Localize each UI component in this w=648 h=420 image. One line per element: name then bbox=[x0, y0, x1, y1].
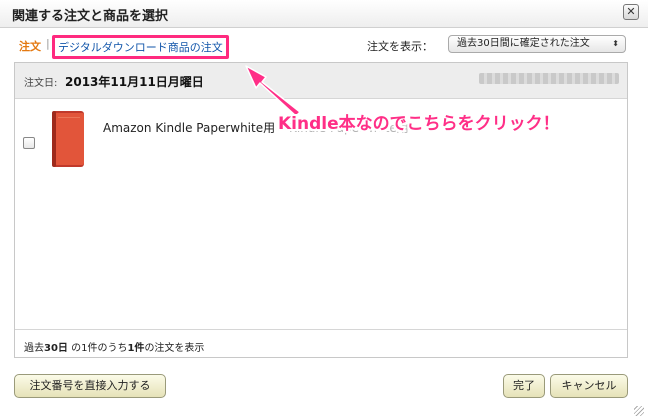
manual-order-entry-button[interactable]: 注文番号を直接入力する bbox=[14, 374, 166, 398]
tab-digital-orders[interactable]: デジタルダウンロード商品の注文 bbox=[52, 35, 229, 59]
order-summary: 過去30日 の1件のうち1件の注文を表示 bbox=[15, 329, 627, 357]
summary-suffix: の注文を表示 bbox=[144, 343, 205, 354]
order-period-selected: 過去30日間に確定された注文 bbox=[457, 38, 590, 49]
close-button[interactable]: ✕ bbox=[623, 4, 639, 20]
cover-face bbox=[55, 113, 84, 165]
item-title: Amazon Kindle Paperwhite用 bbox=[103, 121, 276, 135]
tab-separator: | bbox=[46, 37, 50, 50]
done-button[interactable]: 完了 bbox=[503, 374, 545, 398]
dialog-title: 関連する注文と商品を選択 bbox=[12, 9, 169, 24]
order-date-label: 注文日: bbox=[24, 78, 58, 89]
dialog-titlebar: 関連する注文と商品を選択 ✕ bbox=[0, 0, 648, 28]
summary-days: 30日 bbox=[44, 343, 68, 354]
order-header: 注文日: 2013年11月11日月曜日 bbox=[15, 63, 627, 99]
order-list: 注文日: 2013年11月11日月曜日 Amazon Kindle Paperw… bbox=[14, 62, 628, 358]
summary-count: 1件 bbox=[127, 343, 145, 354]
tab-orders[interactable]: 注文 bbox=[19, 38, 41, 54]
order-number-redacted bbox=[479, 73, 619, 84]
select-arrows-icon: ⬍ bbox=[612, 39, 619, 48]
filter-label: 注文を表示： bbox=[367, 40, 433, 53]
order-date-value: 2013年11月11日月曜日 bbox=[65, 75, 204, 89]
annotation-text: Kindle本なのでこちらをクリック！ bbox=[278, 114, 560, 134]
summary-middle: の1件のうち bbox=[67, 343, 128, 354]
summary-prefix: 過去 bbox=[24, 343, 44, 354]
order-period-select[interactable]: 過去30日間に確定された注文 ⬍ bbox=[448, 35, 626, 53]
resize-grip[interactable] bbox=[634, 406, 644, 416]
kindle-cover-image bbox=[52, 111, 84, 167]
item-checkbox[interactable] bbox=[23, 137, 35, 149]
cancel-button[interactable]: キャンセル bbox=[550, 374, 628, 398]
summary-text: 過去30日 の1件のうち1件の注文を表示 bbox=[24, 339, 204, 354]
